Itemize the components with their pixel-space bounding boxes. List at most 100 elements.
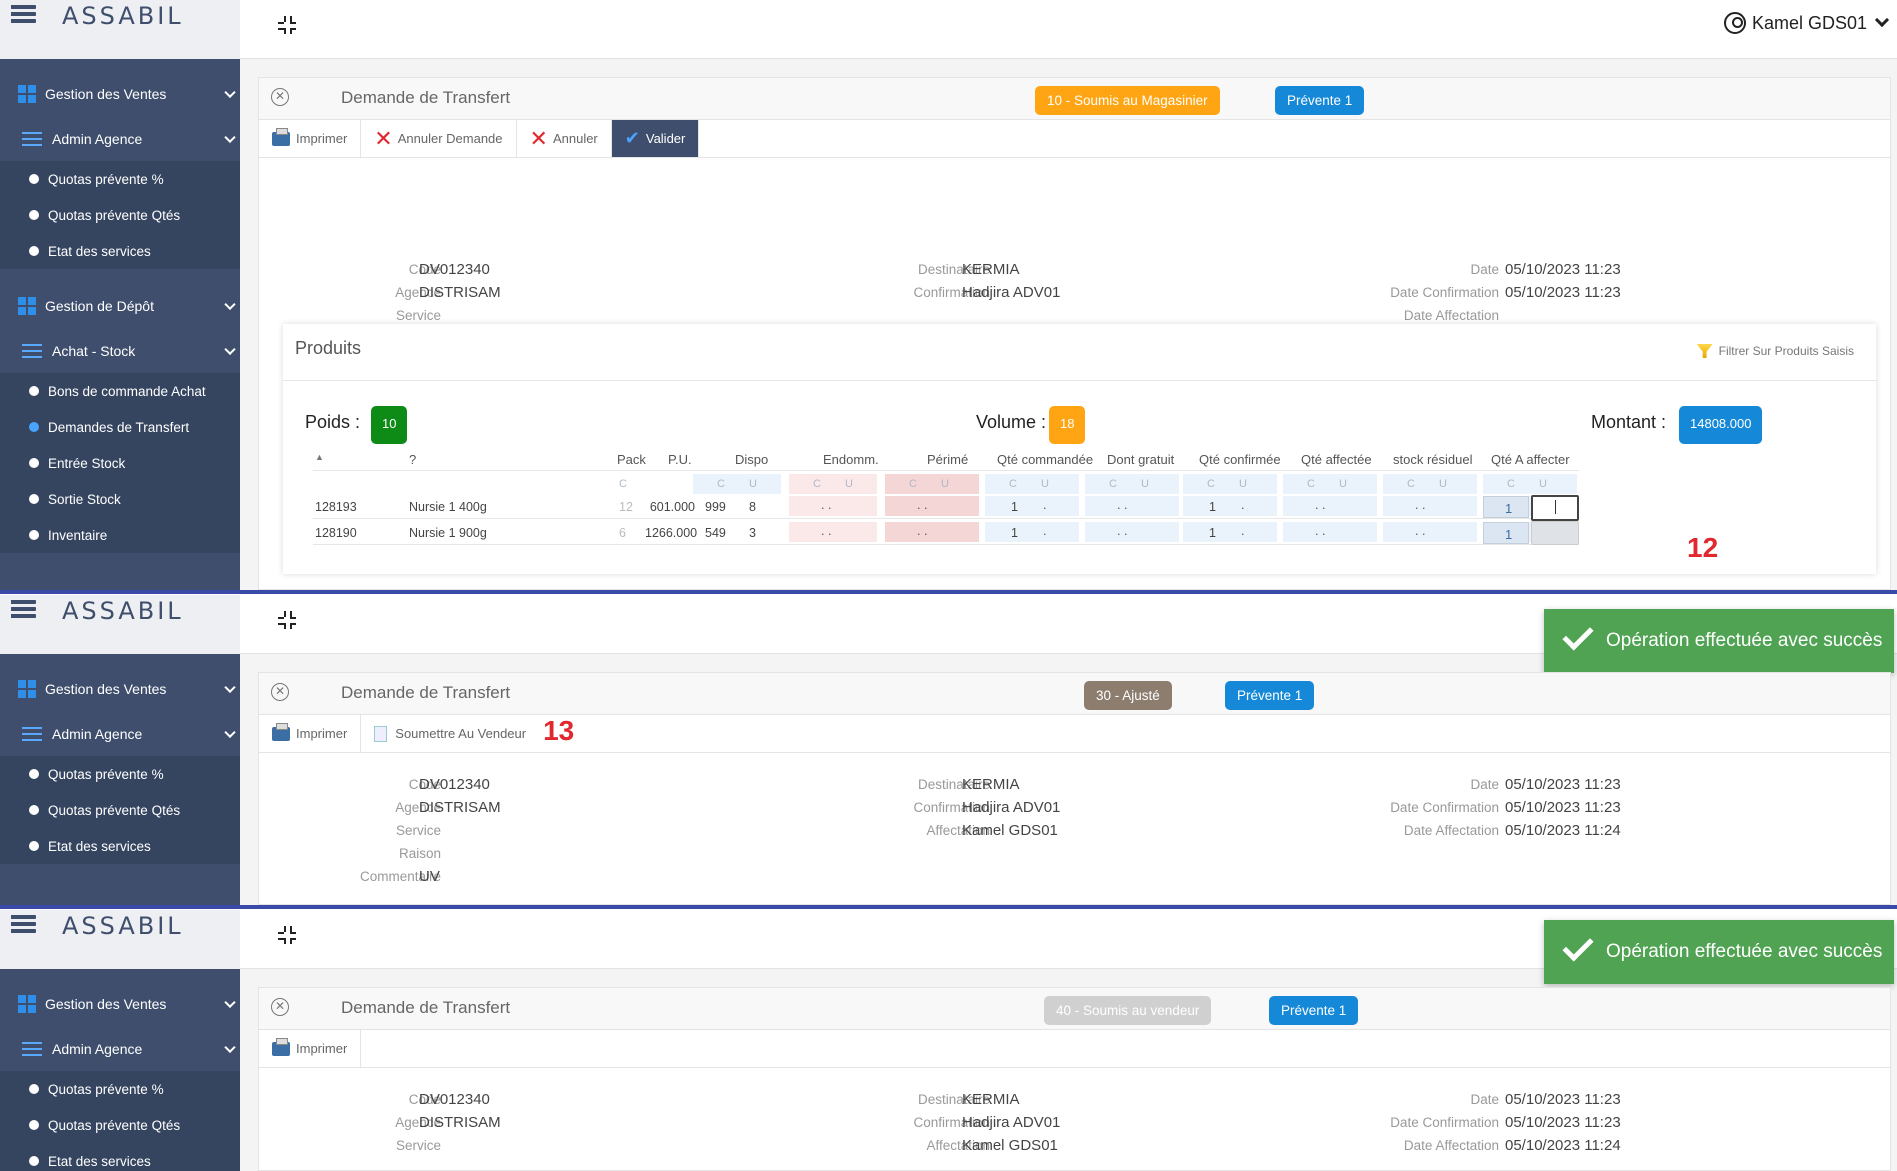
print-button[interactable]: Imprimer xyxy=(259,715,362,752)
logo: ASSABIL xyxy=(62,912,184,940)
annuler-demande-button[interactable]: ✕ Annuler Demande xyxy=(361,120,517,157)
compress-icon[interactable] xyxy=(278,611,296,629)
sidebar-item-quotas-qtes[interactable]: Quotas prévente Qtés xyxy=(0,792,240,828)
annuler-button[interactable]: ✕ Annuler xyxy=(517,120,612,157)
sidebar-item-etat-services[interactable]: Etat des services xyxy=(0,1143,240,1171)
toast-message: Opération effectuée avec succès xyxy=(1606,630,1883,651)
qty-cell xyxy=(885,522,979,542)
screen-2: ASSABIL Gestion des Ventes Admin Agence … xyxy=(0,595,1897,905)
screen-1: ASSABIL Gestion des Ventes Admin Agence … xyxy=(0,0,1897,590)
chevron-down-icon xyxy=(1874,12,1890,28)
date-confirmation-value: 05/10/2023 11:23 xyxy=(1505,799,1621,816)
sidebar-group-ventes[interactable]: Gestion des Ventes xyxy=(0,71,240,117)
document-info: Code DV012340 Agence DISTRISAM Service R… xyxy=(259,753,1890,893)
sidebar-item-label: Sortie Stock xyxy=(48,491,121,507)
sidebar-sub-label: Admin Agence xyxy=(52,131,143,147)
column-header: ? xyxy=(409,452,417,467)
sidebar-item-etat-services[interactable]: Etat des services xyxy=(0,233,240,269)
sidebar-item-etat-services[interactable]: Etat des services xyxy=(0,828,240,864)
sidebar-sub-admin-agence[interactable]: Admin Agence xyxy=(0,712,240,756)
sidebar-sub-achat-stock[interactable]: Achat - Stock xyxy=(0,329,240,373)
compress-icon[interactable] xyxy=(278,926,296,944)
print-button[interactable]: Imprimer xyxy=(259,1030,362,1067)
screen-3: ASSABIL Gestion des Ventes Admin Agence … xyxy=(0,910,1897,1171)
qty-dots: . xyxy=(1043,498,1047,512)
sub-c: C xyxy=(1109,478,1117,490)
qty-value: 1 xyxy=(1209,500,1216,514)
sidebar-item-entree-stock[interactable]: Entrée Stock xyxy=(0,445,240,481)
sort-icon: ▲ xyxy=(315,452,324,462)
qty-cell xyxy=(1383,522,1477,542)
valider-button[interactable]: ✔ Valider xyxy=(611,120,700,157)
sidebar: ASSABIL Gestion des Ventes Admin Agence … xyxy=(0,595,240,905)
filter-button[interactable]: Filtrer Sur Produits Saisis xyxy=(1696,344,1854,358)
qty-dots: . . xyxy=(1315,498,1326,512)
toolbar: Imprimer Soumettre Au Vendeur 13 xyxy=(259,715,1890,753)
separator xyxy=(0,905,1897,909)
sidebar-group-depot[interactable]: Gestion de Dépôt xyxy=(0,283,240,329)
valider-label: Valider xyxy=(645,131,686,146)
date-confirmation-value: 05/10/2023 11:23 xyxy=(1505,284,1621,301)
sidebar-item-quotas-qtes[interactable]: Quotas prévente Qtés xyxy=(0,197,240,233)
agence-value: DISTRISAM xyxy=(419,284,501,301)
sub-c: C xyxy=(1207,478,1215,490)
date-affectation-value: 05/10/2023 11:24 xyxy=(1505,822,1621,839)
menu-toggle-icon[interactable] xyxy=(12,5,36,25)
sidebar-item-inventaire[interactable]: Inventaire xyxy=(0,517,240,553)
close-icon[interactable]: ✕ xyxy=(271,998,289,1016)
sidebar-item-bons-commande[interactable]: Bons de commande Achat xyxy=(0,373,240,409)
bullet-icon xyxy=(29,530,39,540)
qty-value: 1 xyxy=(1011,526,1018,540)
qty-dots: . . xyxy=(821,524,832,538)
print-button[interactable]: Imprimer xyxy=(259,120,362,157)
sidebar-item-quotas-qtes[interactable]: Quotas prévente Qtés xyxy=(0,1107,240,1143)
sidebar-sub-admin-agence[interactable]: Admin Agence xyxy=(0,1027,240,1071)
qty-cell xyxy=(1383,496,1477,516)
agence-value: DISTRISAM xyxy=(419,799,501,816)
date-value: 05/10/2023 11:23 xyxy=(1505,776,1621,793)
document-title: Demande de Transfert xyxy=(341,998,511,1017)
code-value: DV012340 xyxy=(419,261,490,278)
row-dispo-c: 999 xyxy=(705,500,726,514)
user-menu[interactable]: Kamel GDS01 xyxy=(1723,12,1890,34)
sub-c: C xyxy=(909,478,917,490)
document-card: ✕ Demande de Transfert 40 - Soumis au ve… xyxy=(258,987,1891,1171)
menu-toggle-icon[interactable] xyxy=(12,600,36,620)
sub-u: U xyxy=(1439,478,1447,490)
separator xyxy=(0,590,1897,594)
menu-toggle-icon[interactable] xyxy=(12,915,36,935)
bullet-icon xyxy=(29,246,39,256)
field-label: Date Confirmation xyxy=(1390,1115,1499,1130)
qty-dots: . . xyxy=(917,524,928,538)
sidebar-sub-admin-agence[interactable]: Admin Agence xyxy=(0,117,240,161)
sidebar-item-quotas-pct[interactable]: Quotas prévente % xyxy=(0,1071,240,1107)
date-confirmation-value: 05/10/2023 11:23 xyxy=(1505,1114,1621,1131)
sidebar-item-quotas-pct[interactable]: Quotas prévente % xyxy=(0,756,240,792)
check-icon xyxy=(1562,930,1594,962)
qty-dots: . . xyxy=(1117,524,1128,538)
sidebar-item-sortie-stock[interactable]: Sortie Stock xyxy=(0,481,240,517)
field-label: Date xyxy=(1470,777,1499,792)
bullet-icon xyxy=(29,769,39,779)
sub-header-cell: CU xyxy=(985,474,1079,494)
document-header: ✕ Demande de Transfert 30 - Ajusté Préve… xyxy=(259,673,1890,715)
affecter-c-value: 1 xyxy=(1505,527,1513,542)
field-label: Date xyxy=(1470,262,1499,277)
sub-c: C xyxy=(1307,478,1315,490)
chevron-down-icon xyxy=(224,996,236,1009)
bullet-icon xyxy=(29,494,39,504)
printer-icon xyxy=(272,1037,290,1056)
qty-dots: . . xyxy=(821,498,832,512)
close-icon[interactable]: ✕ xyxy=(271,88,289,106)
column-header: Endomm. xyxy=(823,452,879,467)
affecter-u-input[interactable] xyxy=(1531,521,1579,545)
soumettre-vendeur-button[interactable]: Soumettre Au Vendeur xyxy=(361,715,539,752)
column-header: Qté confirmée xyxy=(1199,452,1281,467)
sidebar-item-quotas-pct[interactable]: Quotas prévente % xyxy=(0,161,240,197)
field-label: Date Affectation xyxy=(1403,823,1499,838)
close-icon[interactable]: ✕ xyxy=(271,683,289,701)
compress-icon[interactable] xyxy=(278,16,296,34)
sidebar-item-demandes-transfert[interactable]: Demandes de Transfert xyxy=(0,409,240,445)
sidebar-group-ventes[interactable]: Gestion des Ventes xyxy=(0,666,240,712)
sidebar-group-ventes[interactable]: Gestion des Ventes xyxy=(0,981,240,1027)
